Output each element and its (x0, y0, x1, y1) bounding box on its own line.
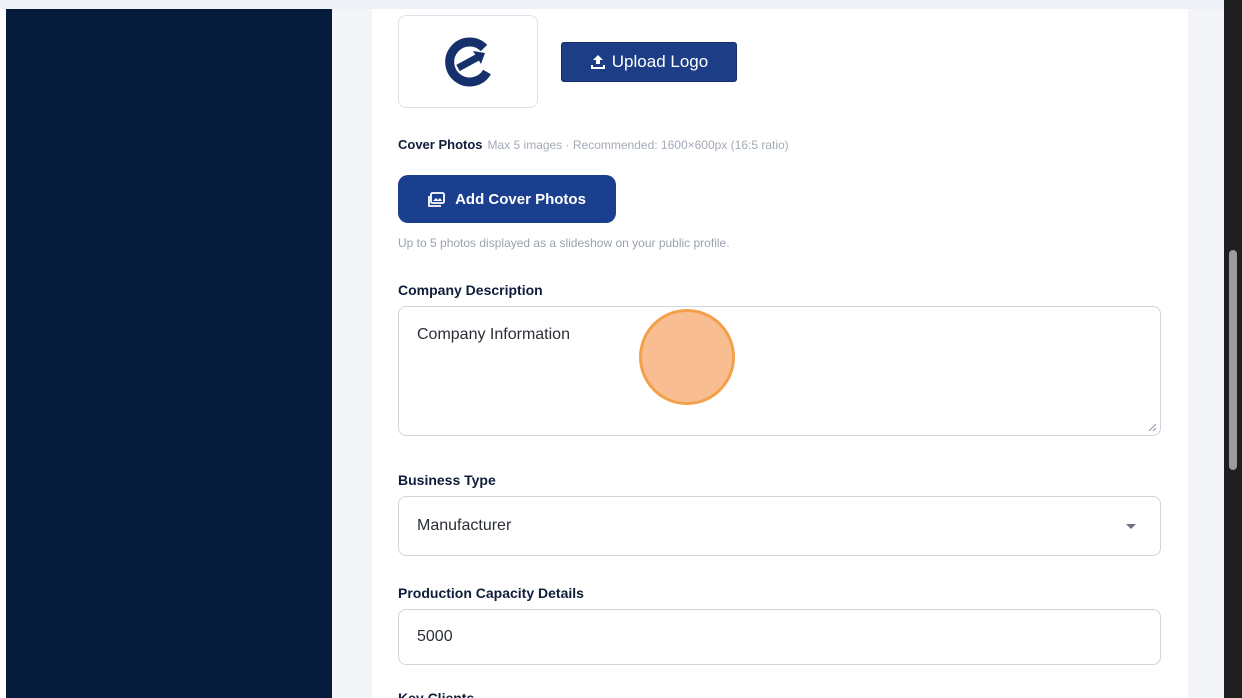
production-capacity-value: 5000 (417, 628, 453, 645)
company-description-value: Company Information (417, 326, 570, 343)
upload-icon (590, 55, 605, 69)
company-description-textarea[interactable]: Company Information (398, 306, 1161, 436)
cover-photos-hint: Max 5 images · Recommended: 1600×600px (… (487, 138, 789, 152)
upload-logo-button[interactable]: Upload Logo (561, 42, 737, 82)
sidebar (6, 9, 332, 698)
window-top-bar (0, 0, 1242, 9)
add-cover-photos-label: Add Cover Photos (455, 190, 586, 208)
company-logo (445, 37, 491, 86)
photos-icon (428, 191, 445, 207)
production-capacity-label: Production Capacity Details (398, 585, 584, 601)
cover-photos-header: Cover Photos Max 5 images · Recommended: … (398, 137, 789, 152)
production-capacity-input[interactable]: 5000 (398, 609, 1161, 665)
business-type-label: Business Type (398, 472, 496, 488)
cover-photos-help: Up to 5 photos displayed as a slideshow … (398, 236, 730, 250)
business-type-select[interactable]: Manufacturer (398, 496, 1161, 556)
add-cover-photos-button[interactable]: Add Cover Photos (398, 175, 616, 223)
cover-photos-label: Cover Photos (398, 137, 483, 152)
upload-logo-label: Upload Logo (611, 52, 709, 71)
click-indicator (639, 309, 735, 405)
logo-preview (398, 15, 538, 108)
chevron-down-icon (1126, 524, 1136, 529)
key-clients-label: Key Clients (398, 690, 475, 698)
resize-handle-icon[interactable] (1148, 423, 1157, 432)
business-type-value: Manufacturer (417, 517, 512, 534)
scrollbar-thumb[interactable] (1229, 250, 1237, 470)
company-description-label: Company Description (398, 282, 543, 298)
